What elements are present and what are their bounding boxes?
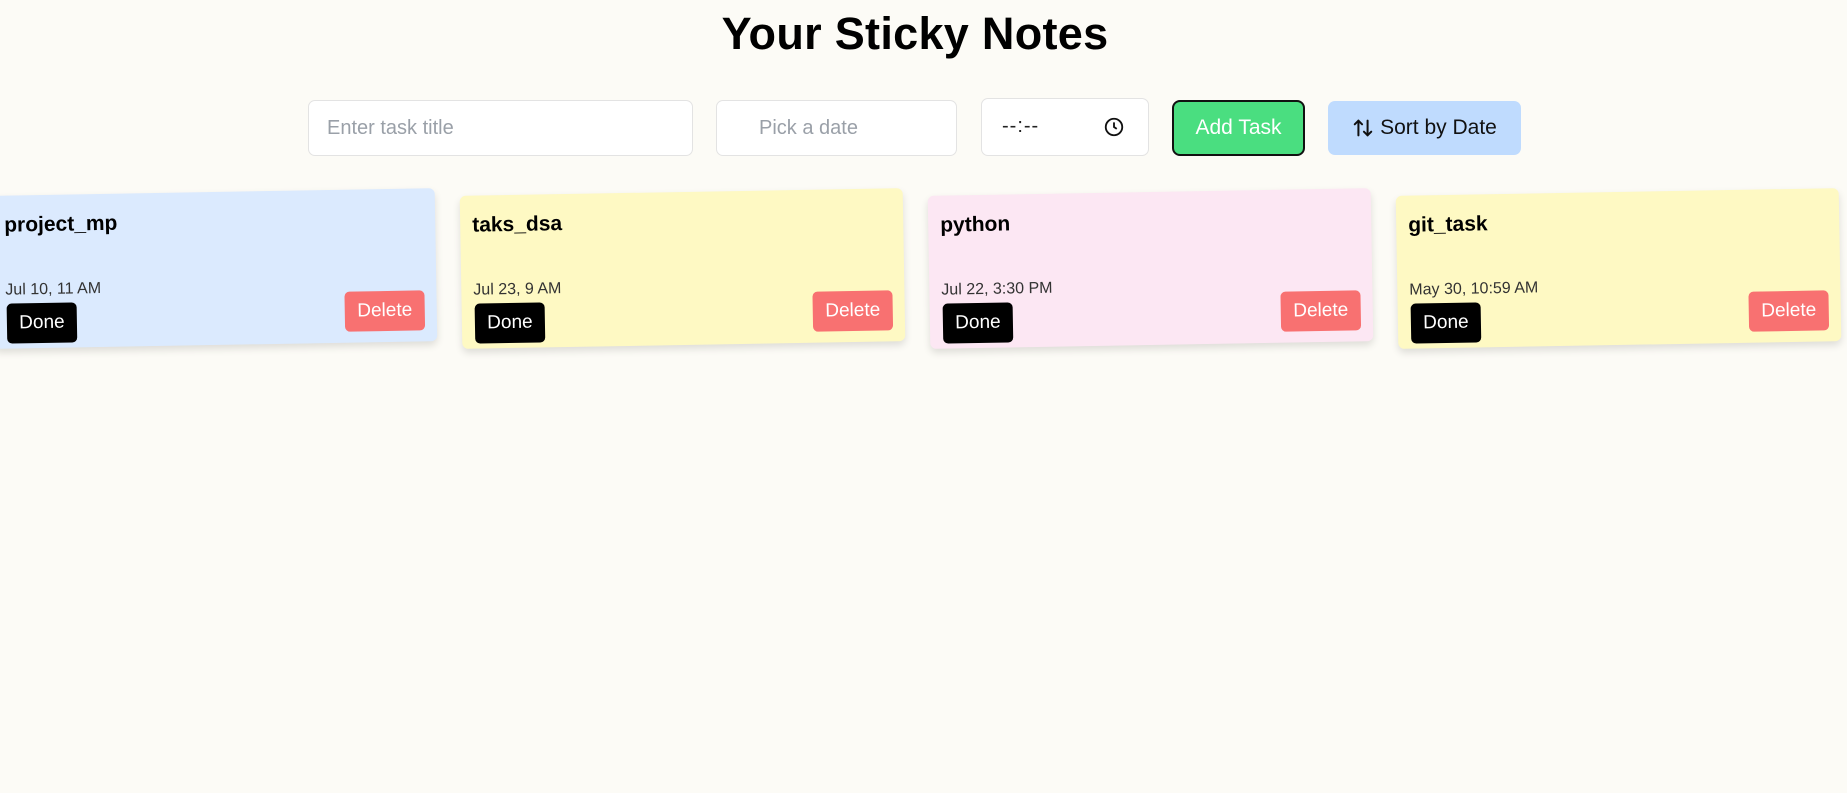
date-picker-input[interactable] bbox=[716, 100, 957, 156]
done-button[interactable]: Done bbox=[942, 302, 1014, 344]
add-task-button[interactable]: Add Task bbox=[1172, 100, 1305, 156]
clock-icon[interactable] bbox=[1103, 116, 1125, 138]
time-input[interactable]: --:-- bbox=[981, 98, 1149, 156]
delete-button[interactable]: Delete bbox=[344, 290, 426, 332]
sort-arrows-icon bbox=[1353, 119, 1373, 137]
done-button[interactable]: Done bbox=[6, 302, 78, 344]
delete-button[interactable]: Delete bbox=[812, 290, 894, 332]
note-title: python bbox=[940, 212, 1011, 237]
delete-button[interactable]: Delete bbox=[1748, 290, 1830, 332]
done-button[interactable]: Done bbox=[1410, 302, 1482, 344]
page-title: Your Sticky Notes bbox=[721, 8, 1109, 59]
note-date: Jul 10, 11 AM bbox=[5, 279, 102, 299]
sticky-note: taks_dsa Jul 23, 9 AM Done Delete bbox=[459, 188, 906, 349]
sticky-note: project_mp Jul 10, 11 AM Done Delete bbox=[0, 188, 438, 349]
note-title: git_task bbox=[1408, 212, 1488, 237]
note-date: Jul 22, 3:30 PM bbox=[941, 279, 1053, 299]
delete-button[interactable]: Delete bbox=[1280, 290, 1362, 332]
done-button[interactable]: Done bbox=[474, 302, 546, 344]
sticky-note: git_task May 30, 10:59 AM Done Delete bbox=[1395, 188, 1842, 349]
sort-by-date-button[interactable]: Sort by Date bbox=[1328, 101, 1521, 155]
note-date: May 30, 10:59 AM bbox=[1409, 279, 1539, 299]
note-date: Jul 23, 9 AM bbox=[473, 280, 562, 299]
time-input-value: --:-- bbox=[1002, 115, 1040, 137]
note-title: taks_dsa bbox=[472, 212, 563, 237]
task-title-input[interactable] bbox=[308, 100, 693, 156]
sort-button-label: Sort by Date bbox=[1380, 116, 1497, 139]
sticky-note: python Jul 22, 3:30 PM Done Delete bbox=[927, 188, 1374, 349]
note-title: project_mp bbox=[4, 211, 118, 237]
